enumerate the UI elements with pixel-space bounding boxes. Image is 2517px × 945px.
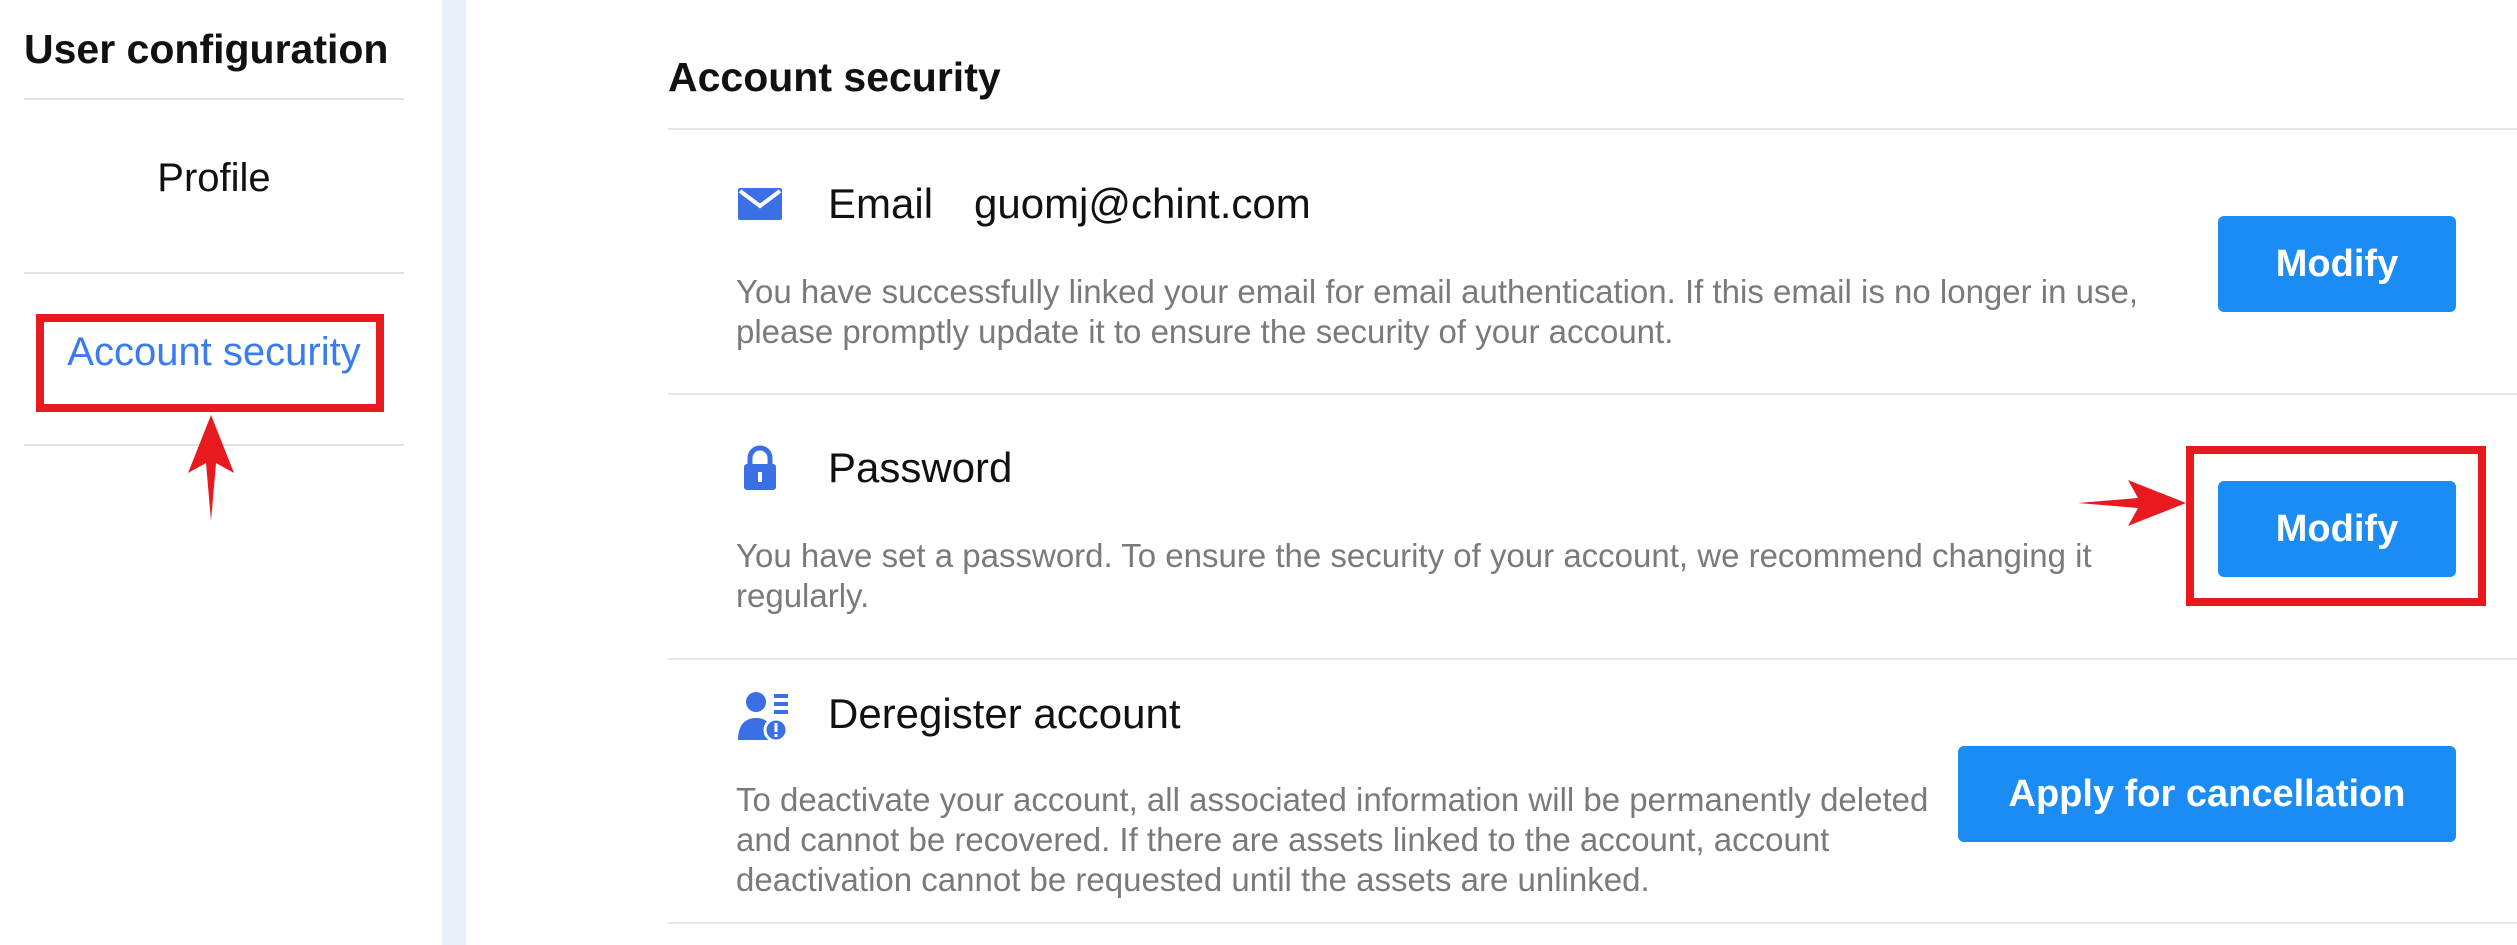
password-label: Password (828, 444, 1013, 491)
row-divider (668, 658, 2517, 660)
deregister-label: Deregister account (828, 690, 1181, 737)
apply-for-cancellation-button[interactable]: Apply for cancellation (1958, 746, 2456, 842)
sidebar-item-profile[interactable]: Profile (24, 156, 404, 201)
sidebar-divider (24, 272, 404, 274)
row-divider (668, 128, 2517, 130)
annotation-highlight-box (2186, 446, 2486, 606)
deregister-description: To deactivate your account, all associat… (736, 781, 1929, 898)
sidebar-divider (24, 98, 404, 100)
lock-icon (744, 445, 776, 490)
annotation-highlight-box (36, 314, 384, 412)
row-divider (668, 393, 2517, 395)
email-label: Email (828, 180, 934, 227)
envelope-icon (738, 188, 782, 220)
panel-separator (442, 0, 466, 945)
email-description: You have successfully linked your email … (736, 273, 2139, 350)
sidebar-title: User configuration (24, 26, 389, 72)
user-deregister-icon (738, 692, 789, 743)
email-value: guomj@chint.com (974, 180, 1311, 227)
password-description: You have set a password. To ensure the s… (736, 537, 2092, 614)
row-divider (668, 922, 2517, 924)
annotation-arrow-right-icon (2078, 480, 2186, 526)
page-title: Account security (668, 54, 1001, 100)
annotation-arrow-up-icon (188, 415, 234, 521)
modify-email-button[interactable]: Modify (2218, 216, 2456, 312)
sidebar: User configuration Profile Account secur… (0, 0, 442, 945)
main-panel: Account security Email guomj@chint.com Y… (466, 0, 2517, 945)
